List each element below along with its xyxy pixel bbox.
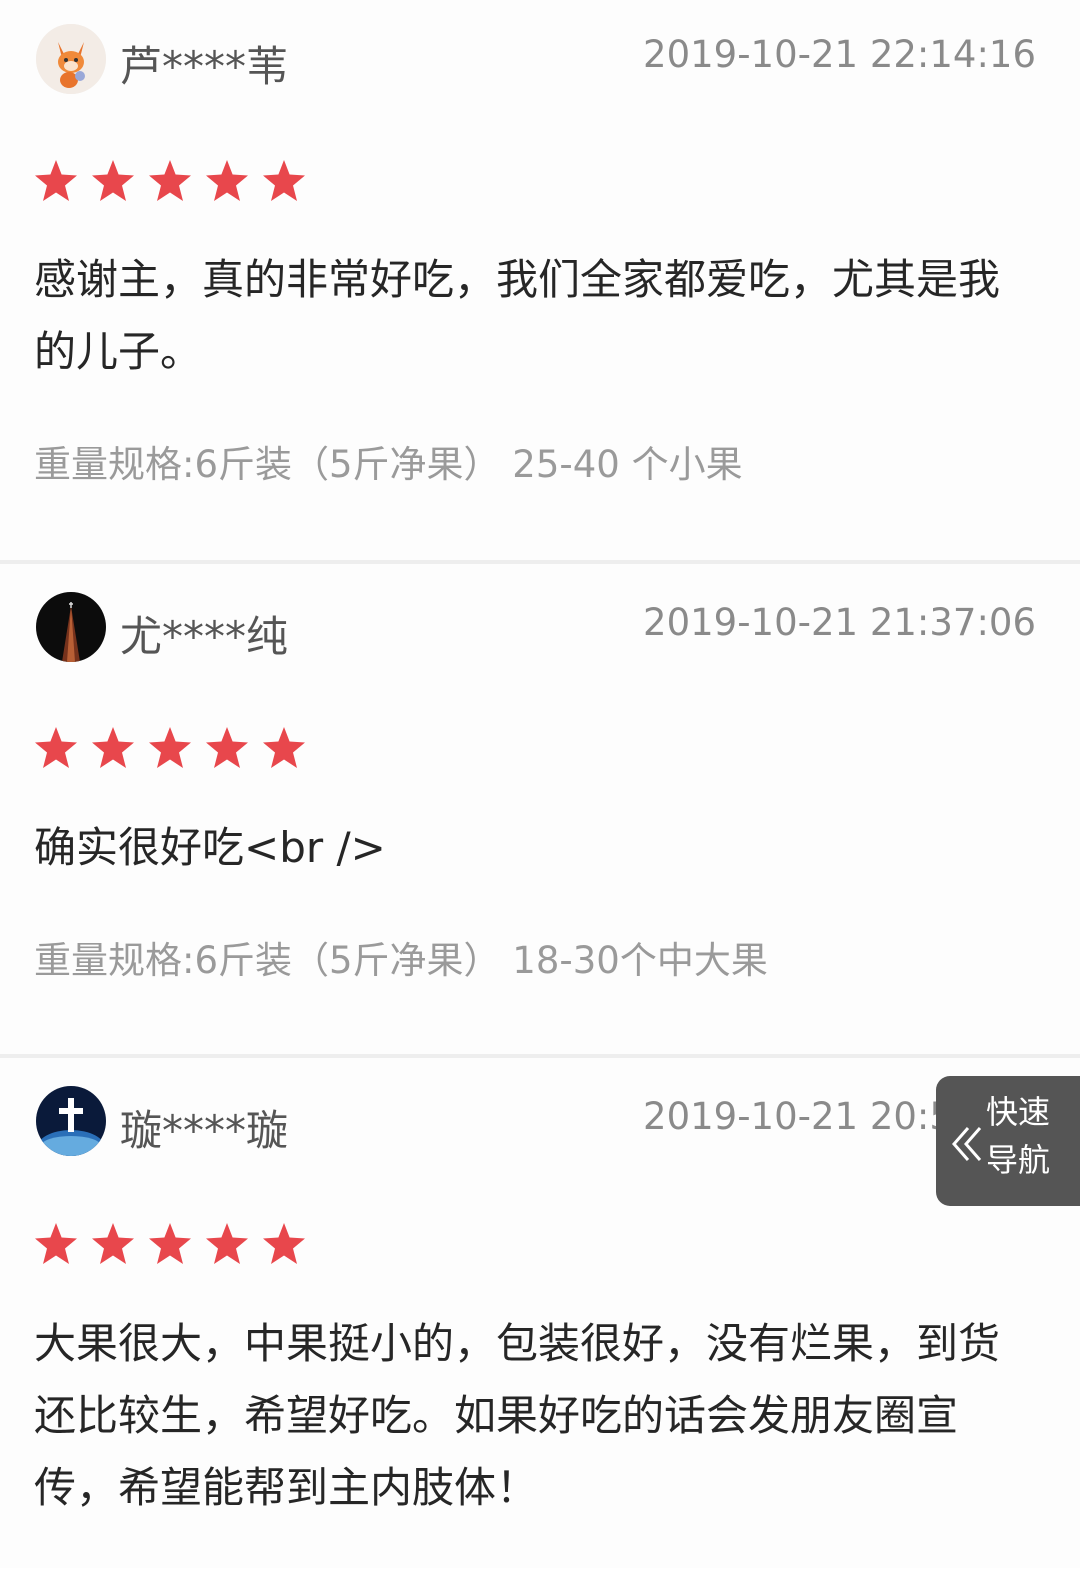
quick-nav-button[interactable]: 快速 导航	[936, 1076, 1080, 1206]
star-icon	[149, 1223, 191, 1264]
review-text: 确实很好吃<br />	[34, 823, 386, 872]
user-avatar[interactable]	[36, 1086, 106, 1156]
username: 璇****璇	[120, 1106, 289, 1155]
light-beam-avatar-icon	[36, 592, 106, 662]
product-spec: 重量规格:6斤装（5斤净果） 18-30个中大果	[34, 939, 768, 982]
user-avatar[interactable]	[36, 24, 106, 94]
user-avatar[interactable]	[36, 592, 106, 662]
star-icon	[206, 727, 248, 768]
review-timestamp: 2019-10-21 22:14:16	[643, 33, 1036, 76]
fox-avatar-icon	[36, 24, 106, 94]
product-spec: 重量规格:6斤装（5斤净果） 25-40 个小果	[34, 443, 743, 486]
quick-nav-label-1: 快速	[986, 1093, 1051, 1131]
star-icon	[149, 727, 191, 768]
username: 尤****纯	[120, 612, 289, 661]
star-icon	[149, 160, 191, 201]
star-icon	[35, 160, 77, 201]
star-icon	[35, 1223, 77, 1264]
review-card: 芦****苇 2019-10-21 22:14:16 感谢主，真的非常好吃，我们…	[0, 0, 1080, 564]
star-rating	[32, 724, 317, 772]
star-icon	[263, 1223, 305, 1264]
review-text: 大果很大，中果挺小的，包装很好，没有烂果，到货还比较生，希望好吃。如果好吃的话会…	[34, 1319, 1001, 1512]
bottom-edge	[0, 1568, 1080, 1583]
star-rating	[32, 1220, 317, 1268]
double-chevron-left-icon	[952, 1127, 982, 1161]
review-text: 感谢主，真的非常好吃，我们全家都爱吃，尤其是我的儿子。	[34, 255, 1001, 376]
review-card: 璇****璇 2019-10-21 20:54:09 大果很大，中果挺小的，包装…	[0, 1058, 1080, 1568]
star-icon	[35, 727, 77, 768]
star-icon	[263, 727, 305, 768]
cross-globe-avatar-icon	[36, 1086, 106, 1156]
review-timestamp: 2019-10-21 21:37:06	[643, 601, 1036, 644]
quick-nav-label-2: 导航	[986, 1141, 1051, 1179]
star-icon	[206, 1223, 248, 1264]
star-icon	[92, 160, 134, 201]
star-icon	[92, 727, 134, 768]
review-card: 尤****纯 2019-10-21 21:37:06 确实很好吃<br /> 重…	[0, 564, 1080, 1058]
star-icon	[206, 160, 248, 201]
star-rating	[32, 157, 317, 205]
star-icon	[92, 1223, 134, 1264]
star-icon	[263, 160, 305, 201]
username: 芦****苇	[120, 42, 289, 91]
